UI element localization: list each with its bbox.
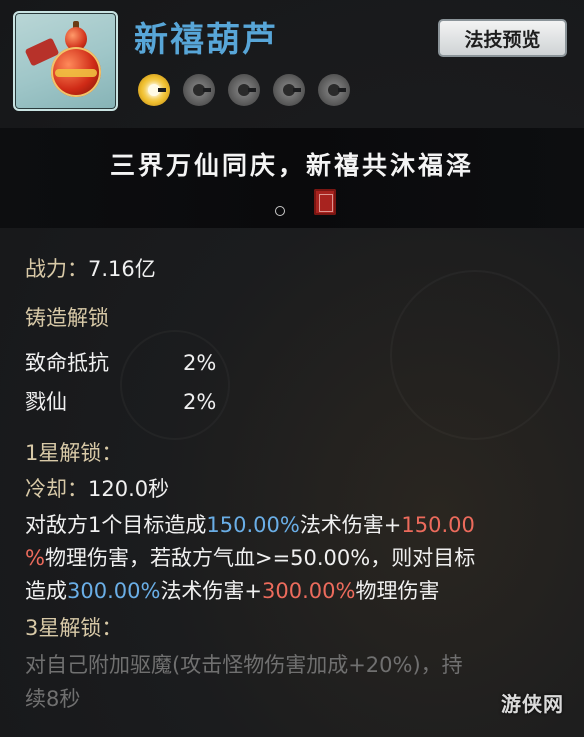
gourd-item-icon bbox=[13, 11, 118, 111]
page-dot-indicator[interactable] bbox=[275, 206, 285, 216]
item-header: 新禧葫芦 法技预览 bbox=[0, 0, 584, 122]
desc-text: 法术伤害+ bbox=[299, 513, 402, 537]
star-empty-icon bbox=[183, 74, 215, 106]
gourd-band bbox=[55, 69, 97, 77]
star-rating bbox=[138, 74, 350, 106]
star-empty-icon bbox=[318, 74, 350, 106]
power-label: 战力： bbox=[25, 257, 88, 281]
star1-desc-line: 造成300.00%法术伤害+300.00%物理伤害 bbox=[25, 576, 439, 606]
star1-desc-line: 对敌方1个目标造成150.00%法术伤害+150.00 bbox=[25, 510, 475, 540]
star3-unlock-title: 3星解锁： bbox=[25, 616, 123, 640]
forge-stat-row: 致命抵抗 2% bbox=[25, 348, 325, 378]
site-watermark: 游侠网 bbox=[501, 692, 564, 716]
desc-text: 法术伤害+ bbox=[160, 579, 263, 603]
star3-desc-line: 续8秒 bbox=[25, 687, 81, 711]
physical-damage-value: 150.00 bbox=[401, 513, 475, 537]
star-filled-icon bbox=[138, 74, 170, 106]
star3-desc-line: 对自己附加驱魔(攻击怪物伤害加成+20%)，持 bbox=[25, 653, 463, 677]
magic-damage-value: 300.00% bbox=[67, 579, 161, 603]
forge-stat-row: 戮仙 2% bbox=[25, 387, 325, 417]
physical-damage-value: 300.00% bbox=[262, 579, 356, 603]
cooldown-row: 冷却：120.0秒 bbox=[25, 474, 169, 504]
desc-text: 物理伤害 bbox=[355, 579, 440, 603]
star1-unlock-title: 1星解锁： bbox=[25, 441, 123, 465]
star-empty-icon bbox=[228, 74, 260, 106]
forge-stat-value: 2% bbox=[183, 351, 217, 375]
cooldown-label: 冷却： bbox=[25, 477, 88, 501]
cooldown-value: 120.0秒 bbox=[88, 477, 170, 501]
star1-desc-line: %物理伤害，若敌方气血>=50.00%，则对目标 bbox=[25, 543, 475, 573]
item-motto: 三界万仙同庆，新禧共沐福泽 bbox=[109, 151, 474, 180]
desc-text: 对敌方1个目标造成 bbox=[25, 513, 207, 537]
background-art-ring bbox=[120, 330, 230, 440]
desc-text: 物理伤害，若敌方气血>=50.00%，则对目标 bbox=[44, 546, 476, 570]
forge-stat-name: 致命抵抗 bbox=[25, 351, 109, 375]
red-seal-icon bbox=[314, 189, 336, 215]
background-art-ring bbox=[390, 270, 560, 440]
magic-damage-value: 150.00% bbox=[206, 513, 300, 537]
power-row: 战力：7.16亿 bbox=[25, 254, 156, 284]
item-title: 新禧葫芦 bbox=[134, 20, 278, 60]
power-value: 7.16亿 bbox=[88, 257, 156, 281]
star-empty-icon bbox=[273, 74, 305, 106]
skill-preview-button[interactable]: 法技预览 bbox=[438, 19, 567, 57]
item-detail-panel: 新禧葫芦 法技预览 三界万仙同庆，新禧共沐福泽 战力：7.16亿 铸造解锁 致命… bbox=[0, 0, 584, 737]
forge-stat-name: 戮仙 bbox=[25, 390, 67, 414]
forge-stat-value: 2% bbox=[183, 390, 217, 414]
physical-damage-value: % bbox=[25, 546, 45, 570]
forge-unlock-title: 铸造解锁 bbox=[25, 306, 109, 330]
desc-text: 造成 bbox=[25, 579, 67, 603]
